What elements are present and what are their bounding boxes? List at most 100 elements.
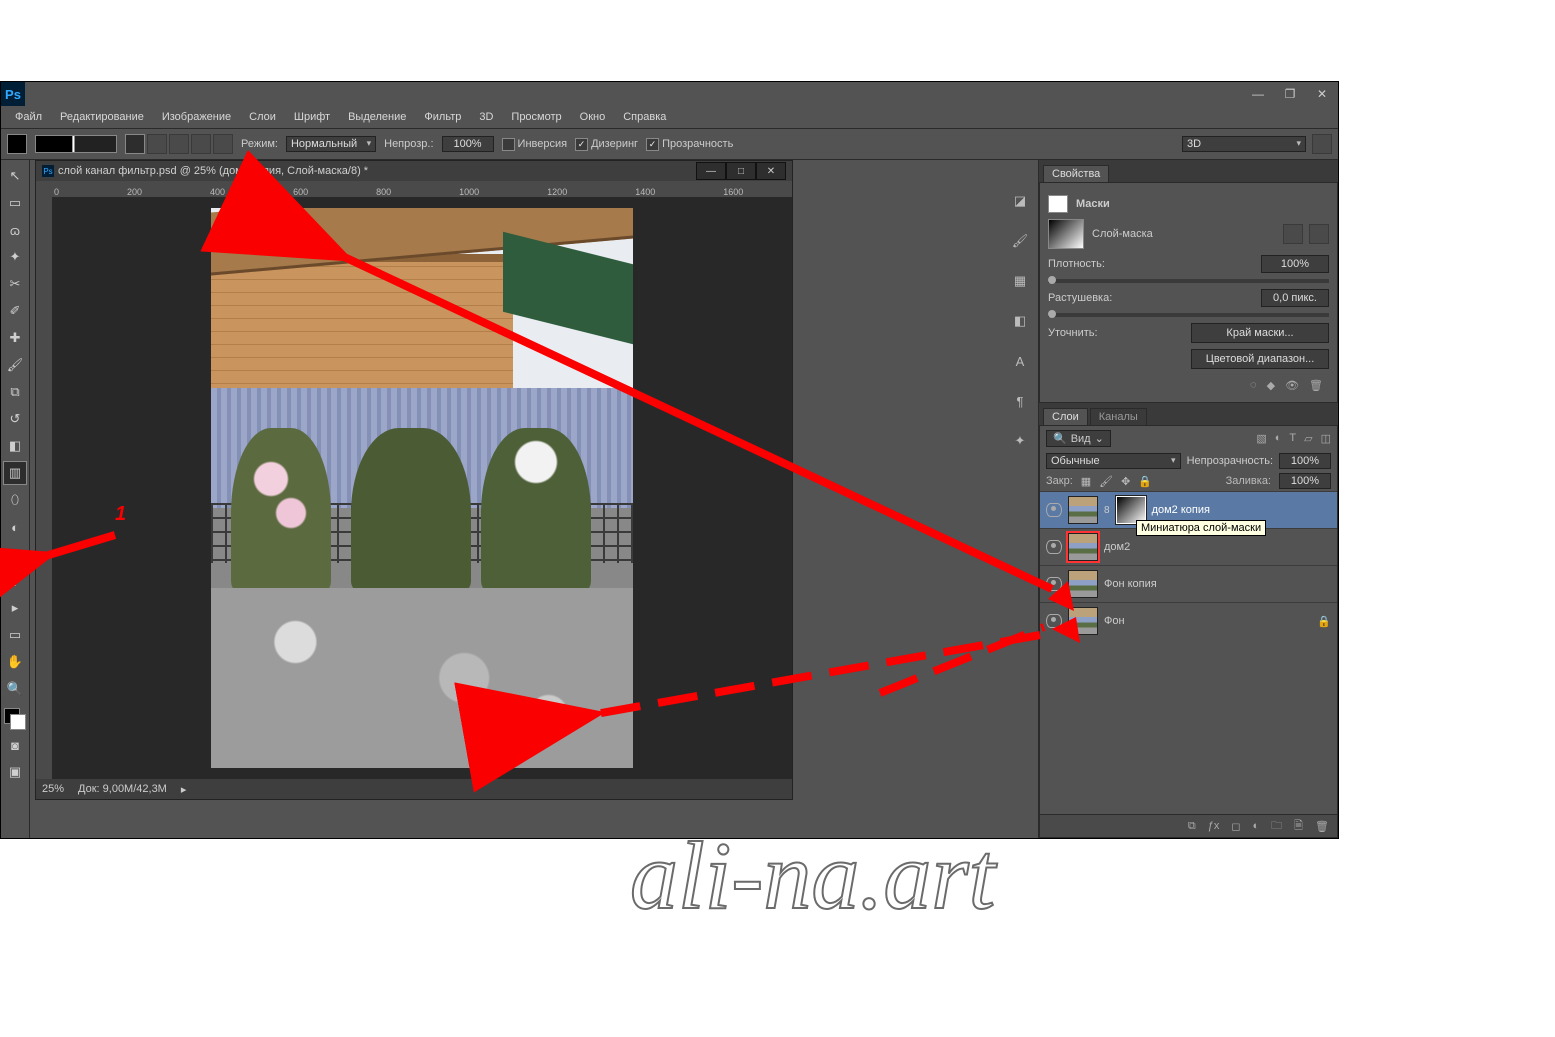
- lock-position-icon[interactable]: ✥: [1121, 475, 1130, 488]
- doc-close-button[interactable]: ✕: [756, 162, 786, 180]
- layer-name[interactable]: Фон копия: [1104, 578, 1157, 590]
- brush-tool-icon[interactable]: 🖌: [3, 353, 27, 377]
- apply-mask-icon[interactable]: ◆: [1267, 379, 1275, 392]
- layer-row[interactable]: Фон 🔒: [1040, 602, 1337, 639]
- opacity-value[interactable]: 100%: [442, 136, 494, 152]
- visibility-icon[interactable]: [1046, 540, 1062, 554]
- type-tool-icon[interactable]: T: [3, 569, 27, 593]
- menu-image[interactable]: Изображение: [154, 108, 239, 126]
- shape-tool-icon[interactable]: ▭: [3, 623, 27, 647]
- doc-maximize-button[interactable]: □: [726, 162, 756, 180]
- tab-channels[interactable]: Каналы: [1090, 408, 1147, 425]
- window-minimize-button[interactable]: —: [1242, 84, 1274, 104]
- tab-layers[interactable]: Слои: [1043, 408, 1088, 425]
- layer-opacity-value[interactable]: 100%: [1279, 453, 1331, 469]
- gradient-reflected-icon[interactable]: [191, 134, 211, 154]
- color-range-button[interactable]: Цветовой диапазон...: [1191, 349, 1329, 369]
- doc-minimize-button[interactable]: —: [696, 162, 726, 180]
- dither-checkbox[interactable]: ✓Дизеринг: [575, 138, 638, 151]
- mask-link-icon[interactable]: 8: [1104, 505, 1110, 516]
- canvas[interactable]: [211, 208, 633, 768]
- density-value[interactable]: 100%: [1261, 255, 1329, 273]
- adjustments-panel-icon[interactable]: ◧: [1009, 310, 1031, 332]
- add-mask-icon[interactable]: ◻: [1231, 820, 1240, 833]
- healing-tool-icon[interactable]: ✚: [3, 326, 27, 350]
- menu-window[interactable]: Окно: [572, 108, 614, 126]
- window-close-button[interactable]: ✕: [1306, 84, 1338, 104]
- eyedropper-tool-icon[interactable]: ✐: [3, 299, 27, 323]
- workspace-settings-icon[interactable]: [1312, 134, 1332, 154]
- visibility-icon[interactable]: [1046, 577, 1062, 591]
- tool-preset-icon[interactable]: [7, 134, 27, 154]
- layer-filter-dropdown[interactable]: 🔍 Вид ⌄: [1046, 430, 1111, 447]
- paragraph-panel-icon[interactable]: ¶: [1009, 390, 1031, 412]
- adjustment-layer-icon[interactable]: ◐: [1253, 820, 1260, 832]
- pen-tool-icon[interactable]: ✒: [3, 542, 27, 566]
- layer-name[interactable]: дом2 копия: [1152, 504, 1210, 516]
- layer-row[interactable]: Фон копия: [1040, 565, 1337, 602]
- lock-pixels-icon[interactable]: 🖌: [1099, 475, 1113, 488]
- histogram-panel-icon[interactable]: ◪: [1009, 190, 1031, 212]
- window-maximize-button[interactable]: ❐: [1274, 84, 1306, 104]
- lasso-tool-icon[interactable]: ɷ: [3, 218, 27, 242]
- magic-wand-tool-icon[interactable]: ✦: [3, 245, 27, 269]
- tool-presets-panel-icon[interactable]: ✦: [1009, 430, 1031, 452]
- new-layer-icon[interactable]: 🗎: [1294, 817, 1303, 836]
- crop-tool-icon[interactable]: ✂: [3, 272, 27, 296]
- layer-row[interactable]: 8 дом2 копия Миниатюра слой-маски: [1040, 491, 1337, 528]
- link-layers-icon[interactable]: ⧉: [1188, 820, 1196, 833]
- vector-mask-icon[interactable]: [1309, 224, 1329, 244]
- zoom-level[interactable]: 25%: [42, 783, 64, 795]
- layer-thumbnail[interactable]: [1068, 496, 1098, 524]
- menu-select[interactable]: Выделение: [340, 108, 414, 126]
- filter-pixel-icon[interactable]: ▧: [1256, 432, 1266, 445]
- layer-thumbnail[interactable]: [1068, 533, 1098, 561]
- lock-all-icon[interactable]: 🔒: [1138, 475, 1152, 488]
- visibility-icon[interactable]: [1046, 614, 1062, 628]
- quickmask-icon[interactable]: ◙: [3, 733, 27, 757]
- menu-help[interactable]: Справка: [615, 108, 674, 126]
- density-slider[interactable]: [1048, 279, 1329, 283]
- tab-properties[interactable]: Свойства: [1043, 165, 1109, 182]
- visibility-icon[interactable]: [1046, 503, 1062, 517]
- layer-thumbnail[interactable]: [1068, 570, 1098, 598]
- menu-view[interactable]: Просмотр: [503, 108, 569, 126]
- layer-thumbnail[interactable]: [1068, 607, 1098, 635]
- path-select-tool-icon[interactable]: ▸: [3, 596, 27, 620]
- menu-filter[interactable]: Фильтр: [416, 108, 469, 126]
- gradient-diamond-icon[interactable]: [213, 134, 233, 154]
- blend-mode-dropdown[interactable]: Нормальный: [286, 136, 376, 152]
- menu-layer[interactable]: Слои: [241, 108, 284, 126]
- toggle-mask-icon[interactable]: 👁: [1285, 379, 1299, 392]
- move-tool-icon[interactable]: ↖: [3, 164, 27, 188]
- pixel-mask-icon[interactable]: [1283, 224, 1303, 244]
- screenmode-icon[interactable]: ▣: [3, 760, 27, 784]
- canvas-viewport[interactable]: [52, 197, 792, 779]
- blur-tool-icon[interactable]: ⬯: [3, 488, 27, 512]
- lock-transparent-icon[interactable]: ▦: [1081, 475, 1091, 488]
- status-play-icon[interactable]: ▸: [181, 783, 187, 796]
- menu-3d[interactable]: 3D: [471, 108, 501, 126]
- menu-file[interactable]: Файл: [7, 108, 50, 126]
- background-color[interactable]: [10, 714, 26, 730]
- menu-edit[interactable]: Редактирование: [52, 108, 152, 126]
- marquee-tool-icon[interactable]: ▭: [3, 191, 27, 215]
- zoom-tool-icon[interactable]: 🔍: [3, 677, 27, 701]
- dodge-tool-icon[interactable]: ◐: [3, 515, 27, 539]
- workspace-dropdown[interactable]: 3D: [1182, 136, 1306, 152]
- filter-adjust-icon[interactable]: ◐: [1275, 432, 1282, 445]
- gradient-angle-icon[interactable]: [169, 134, 189, 154]
- layer-name[interactable]: дом2: [1104, 541, 1130, 553]
- gradient-radial-icon[interactable]: [147, 134, 167, 154]
- transparency-checkbox[interactable]: ✓Прозрачность: [646, 138, 733, 151]
- fill-value[interactable]: 100%: [1279, 473, 1331, 489]
- load-selection-icon[interactable]: ◌: [1250, 379, 1257, 392]
- delete-layer-icon[interactable]: 🗑: [1315, 820, 1329, 833]
- brush-panel-icon[interactable]: 🖌: [1009, 230, 1031, 252]
- history-brush-tool-icon[interactable]: ↺: [3, 407, 27, 431]
- feather-slider[interactable]: [1048, 313, 1329, 317]
- menu-type[interactable]: Шрифт: [286, 108, 338, 126]
- gradient-preview[interactable]: [35, 135, 117, 153]
- mask-thumbnail[interactable]: [1048, 219, 1084, 249]
- filter-smart-icon[interactable]: ◫: [1321, 432, 1331, 445]
